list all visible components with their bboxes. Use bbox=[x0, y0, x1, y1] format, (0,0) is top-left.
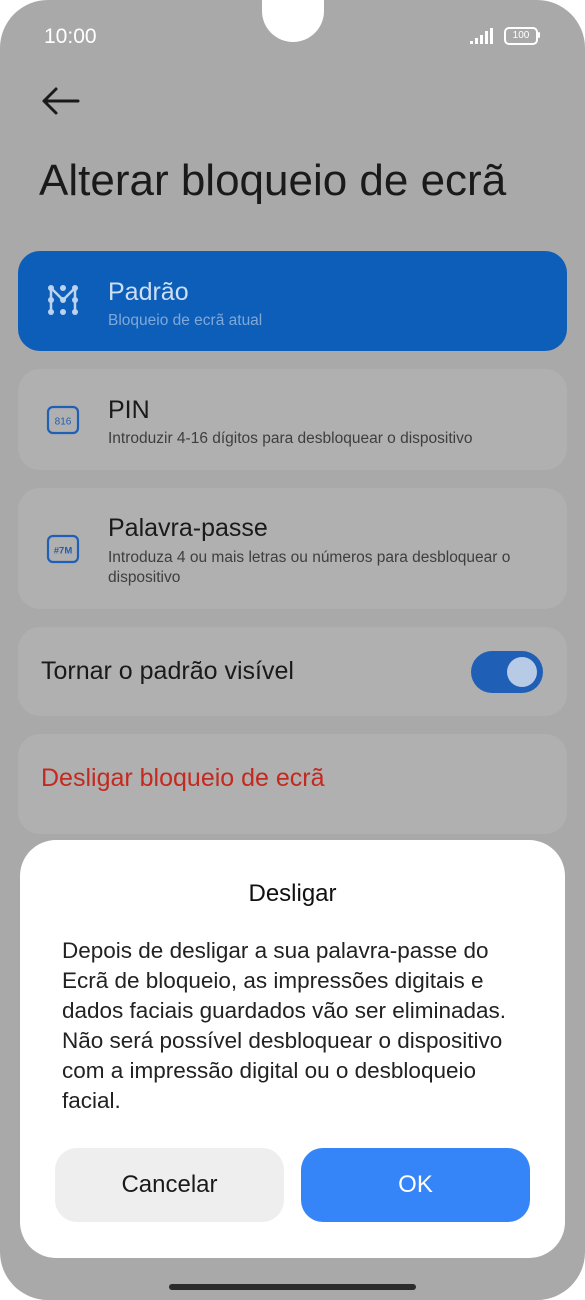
pattern-visible-label: Tornar o padrão visível bbox=[41, 657, 294, 685]
option-subtitle: Bloqueio de ecrã atual bbox=[108, 312, 263, 329]
option-subtitle: Introduza 4 ou mais letras ou números pa… bbox=[108, 549, 511, 586]
option-subtitle: Introduzir 4-16 dígitos para desbloquear… bbox=[108, 430, 473, 447]
option-password[interactable]: #7M Palavra-passe Introduza 4 ou mais le… bbox=[18, 488, 567, 609]
option-pattern[interactable]: Padrão Bloqueio de ecrã atual bbox=[18, 251, 567, 351]
option-pin[interactable]: 816 PIN Introduzir 4-16 dígitos para des… bbox=[18, 369, 567, 470]
camera-notch bbox=[262, 0, 324, 42]
option-title: Padrão bbox=[108, 278, 189, 306]
back-arrow-icon[interactable] bbox=[38, 84, 82, 118]
signal-icon bbox=[470, 28, 493, 44]
confirm-dialog: Desligar Depois de desligar a sua palavr… bbox=[20, 840, 565, 1258]
home-indicator[interactable] bbox=[169, 1284, 416, 1290]
status-time: 10:00 bbox=[44, 25, 97, 48]
battery-tip bbox=[538, 32, 540, 38]
battery-icon: 100 bbox=[504, 27, 538, 45]
dialog-message: Depois de desligar a sua palavra-passe d… bbox=[62, 938, 507, 1113]
dialog-title: Desligar bbox=[248, 880, 337, 907]
disable-lock-row[interactable]: Desligar bloqueio de ecrã bbox=[18, 734, 567, 834]
page-title: Alterar bloqueio de ecrã bbox=[39, 156, 507, 205]
pattern-visible-row: Tornar o padrão visível bbox=[18, 627, 567, 716]
pattern-visible-toggle[interactable] bbox=[471, 651, 543, 693]
toggle-knob bbox=[507, 657, 537, 687]
option-title: PIN bbox=[108, 396, 150, 424]
disable-lock-label: Desligar bloqueio de ecrã bbox=[41, 764, 325, 792]
phone-screen: 10:00 100 Alterar bloqueio de ecrã Padrã… bbox=[0, 0, 585, 1300]
pin-icon-text: 816 bbox=[55, 417, 72, 428]
password-icon-text: #7M bbox=[54, 546, 73, 557]
ok-button[interactable]: OK bbox=[301, 1148, 530, 1222]
cancel-button[interactable]: Cancelar bbox=[55, 1148, 284, 1222]
password-icon: #7M bbox=[46, 534, 80, 564]
pattern-icon bbox=[48, 285, 78, 315]
option-title: Palavra-passe bbox=[108, 514, 268, 542]
pin-icon: 816 bbox=[46, 405, 80, 435]
